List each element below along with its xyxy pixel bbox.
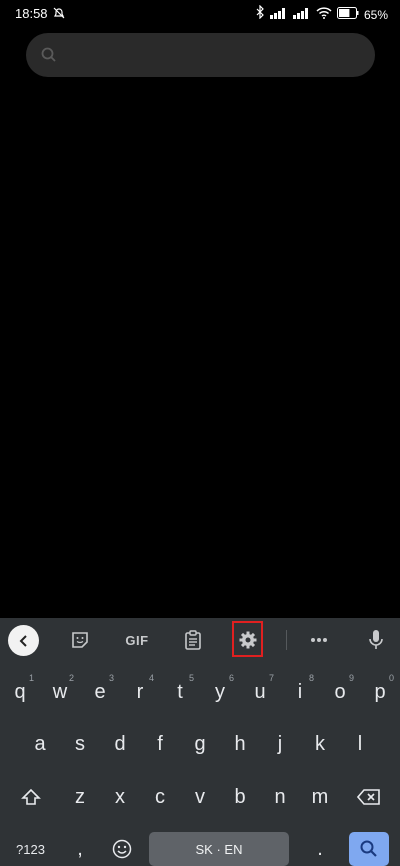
status-icons: 65% <box>256 4 388 24</box>
key-w[interactable]: w2 <box>40 671 80 713</box>
keyboard: GIF q1w2e3r4t5y6u7i8o9p0 asdfghjkl zxcvb… <box>0 618 400 866</box>
key-p[interactable]: p0 <box>360 671 400 713</box>
key-s[interactable]: s <box>60 723 100 765</box>
key-k[interactable]: k <box>300 723 340 765</box>
wifi-icon <box>316 6 332 24</box>
key-label: y <box>215 680 225 703</box>
sticker-icon[interactable] <box>68 628 92 652</box>
key-e[interactable]: e3 <box>80 671 120 713</box>
key-hint: 3 <box>108 673 114 683</box>
backspace-key[interactable] <box>349 776 389 818</box>
key-x[interactable]: x <box>100 776 140 818</box>
key-label: i <box>297 680 303 703</box>
key-label: p <box>374 680 386 703</box>
period-key[interactable]: . <box>300 832 340 866</box>
search-icon <box>41 47 57 68</box>
key-d[interactable]: d <box>100 723 140 765</box>
gear-icon[interactable] <box>236 628 260 652</box>
more-icon[interactable] <box>307 628 331 652</box>
signal-icon-2 <box>292 6 311 24</box>
search-input[interactable] <box>26 33 375 77</box>
key-z[interactable]: z <box>60 776 100 818</box>
signal-icon <box>269 6 288 24</box>
key-g[interactable]: g <box>180 723 220 765</box>
key-n[interactable]: n <box>260 776 300 818</box>
key-hint: 1 <box>28 673 34 683</box>
microphone-icon[interactable] <box>364 628 388 652</box>
key-b[interactable]: b <box>220 776 260 818</box>
key-label: r <box>136 680 144 703</box>
key-label: u <box>254 680 266 703</box>
key-t[interactable]: t5 <box>160 671 200 713</box>
search-enter-key[interactable] <box>349 832 389 866</box>
key-hint: 8 <box>308 673 314 683</box>
key-label: w <box>52 680 68 703</box>
key-i[interactable]: i8 <box>280 671 320 713</box>
back-arrow-icon[interactable] <box>8 625 39 656</box>
key-hint: 7 <box>268 673 274 683</box>
key-l[interactable]: l <box>340 723 380 765</box>
status-bar: 18:58 65% <box>0 0 400 28</box>
key-o[interactable]: o9 <box>320 671 360 713</box>
key-hint: 4 <box>148 673 154 683</box>
bell-off-icon <box>52 6 66 25</box>
status-time: 18:58 <box>15 6 48 21</box>
key-c[interactable]: c <box>140 776 180 818</box>
key-q[interactable]: q1 <box>0 671 40 713</box>
key-y[interactable]: y6 <box>200 671 240 713</box>
key-u[interactable]: u7 <box>240 671 280 713</box>
space-key[interactable]: SK · EN <box>149 832 289 866</box>
toolbar-divider <box>286 630 287 650</box>
key-v[interactable]: v <box>180 776 220 818</box>
battery-icon <box>336 6 359 24</box>
bluetooth-icon <box>256 4 265 24</box>
gif-icon[interactable]: GIF <box>122 628 152 652</box>
key-label: t <box>177 680 183 703</box>
key-label: q <box>14 680 26 703</box>
battery-percent: 65% <box>363 7 388 22</box>
key-hint: 5 <box>188 673 194 683</box>
symbols-key[interactable]: ?123 <box>8 832 53 866</box>
gif-label: GIF <box>125 632 149 648</box>
key-h[interactable]: h <box>220 723 260 765</box>
shift-key[interactable] <box>11 776 51 818</box>
key-label: e <box>94 680 106 703</box>
keyboard-toolbar: GIF <box>0 618 400 662</box>
key-r[interactable]: r4 <box>120 671 160 713</box>
key-hint: 6 <box>228 673 234 683</box>
key-a[interactable]: a <box>20 723 60 765</box>
key-label: o <box>334 680 346 703</box>
key-hint: 0 <box>388 673 394 683</box>
clipboard-icon[interactable] <box>181 628 205 652</box>
emoji-key[interactable] <box>104 832 140 866</box>
key-hint: 2 <box>68 673 74 683</box>
key-j[interactable]: j <box>260 723 300 765</box>
comma-key[interactable]: , <box>62 832 98 866</box>
key-m[interactable]: m <box>300 776 340 818</box>
key-hint: 9 <box>348 673 354 683</box>
key-f[interactable]: f <box>140 723 180 765</box>
